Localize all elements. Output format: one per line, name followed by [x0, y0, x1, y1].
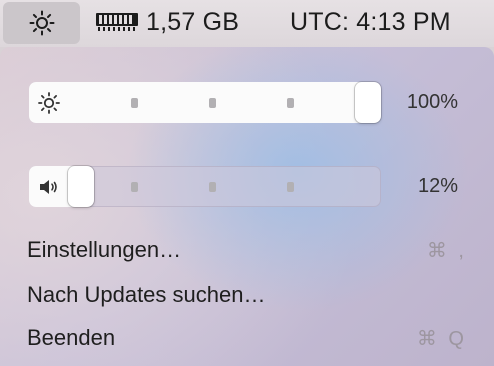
brightness-slider-knob[interactable] [355, 82, 381, 123]
brightness-slider[interactable] [29, 82, 381, 123]
volume-slider[interactable] [29, 166, 381, 207]
menu-item-shortcut: ⌘ Q [416, 328, 467, 350]
volume-slider-knob[interactable] [68, 166, 94, 207]
menu-item-shortcut: ⌘ , [426, 240, 467, 262]
slider-tick [131, 98, 138, 108]
menu-item-check-updates[interactable]: Nach Updates suchen… [27, 279, 467, 311]
menu-item-label: Beenden [27, 325, 116, 350]
volume-percent: 12% [417, 175, 458, 197]
menu-bar: 1,57 GB UTC: 4:13 PM [0, 0, 494, 47]
dropdown-panel: 100% 12% Einstellungen… ⌘ , Nach Updates… [0, 47, 494, 366]
slider-tick [209, 98, 216, 108]
brightness-menu-button[interactable] [3, 2, 80, 44]
memory-chip-icon[interactable] [95, 12, 139, 32]
slider-tick [209, 182, 216, 192]
speaker-icon [40, 180, 57, 194]
slider-tick [287, 182, 294, 192]
slider-tick [287, 98, 294, 108]
clock-text[interactable]: UTC: 4:13 PM [290, 8, 451, 37]
brightness-slider-fill [29, 82, 368, 123]
sun-icon [38, 92, 60, 114]
menu-item-quit[interactable]: Beenden ⌘ Q [27, 322, 467, 354]
memory-usage-text[interactable]: 1,57 GB [146, 8, 239, 37]
menu-item-label: Einstellungen… [27, 237, 182, 262]
menu-item-label: Nach Updates suchen… [27, 282, 266, 307]
menu-item-settings[interactable]: Einstellungen… ⌘ , [27, 234, 467, 266]
slider-tick [131, 182, 138, 192]
sun-icon [29, 10, 54, 36]
brightness-percent: 100% [406, 91, 458, 113]
